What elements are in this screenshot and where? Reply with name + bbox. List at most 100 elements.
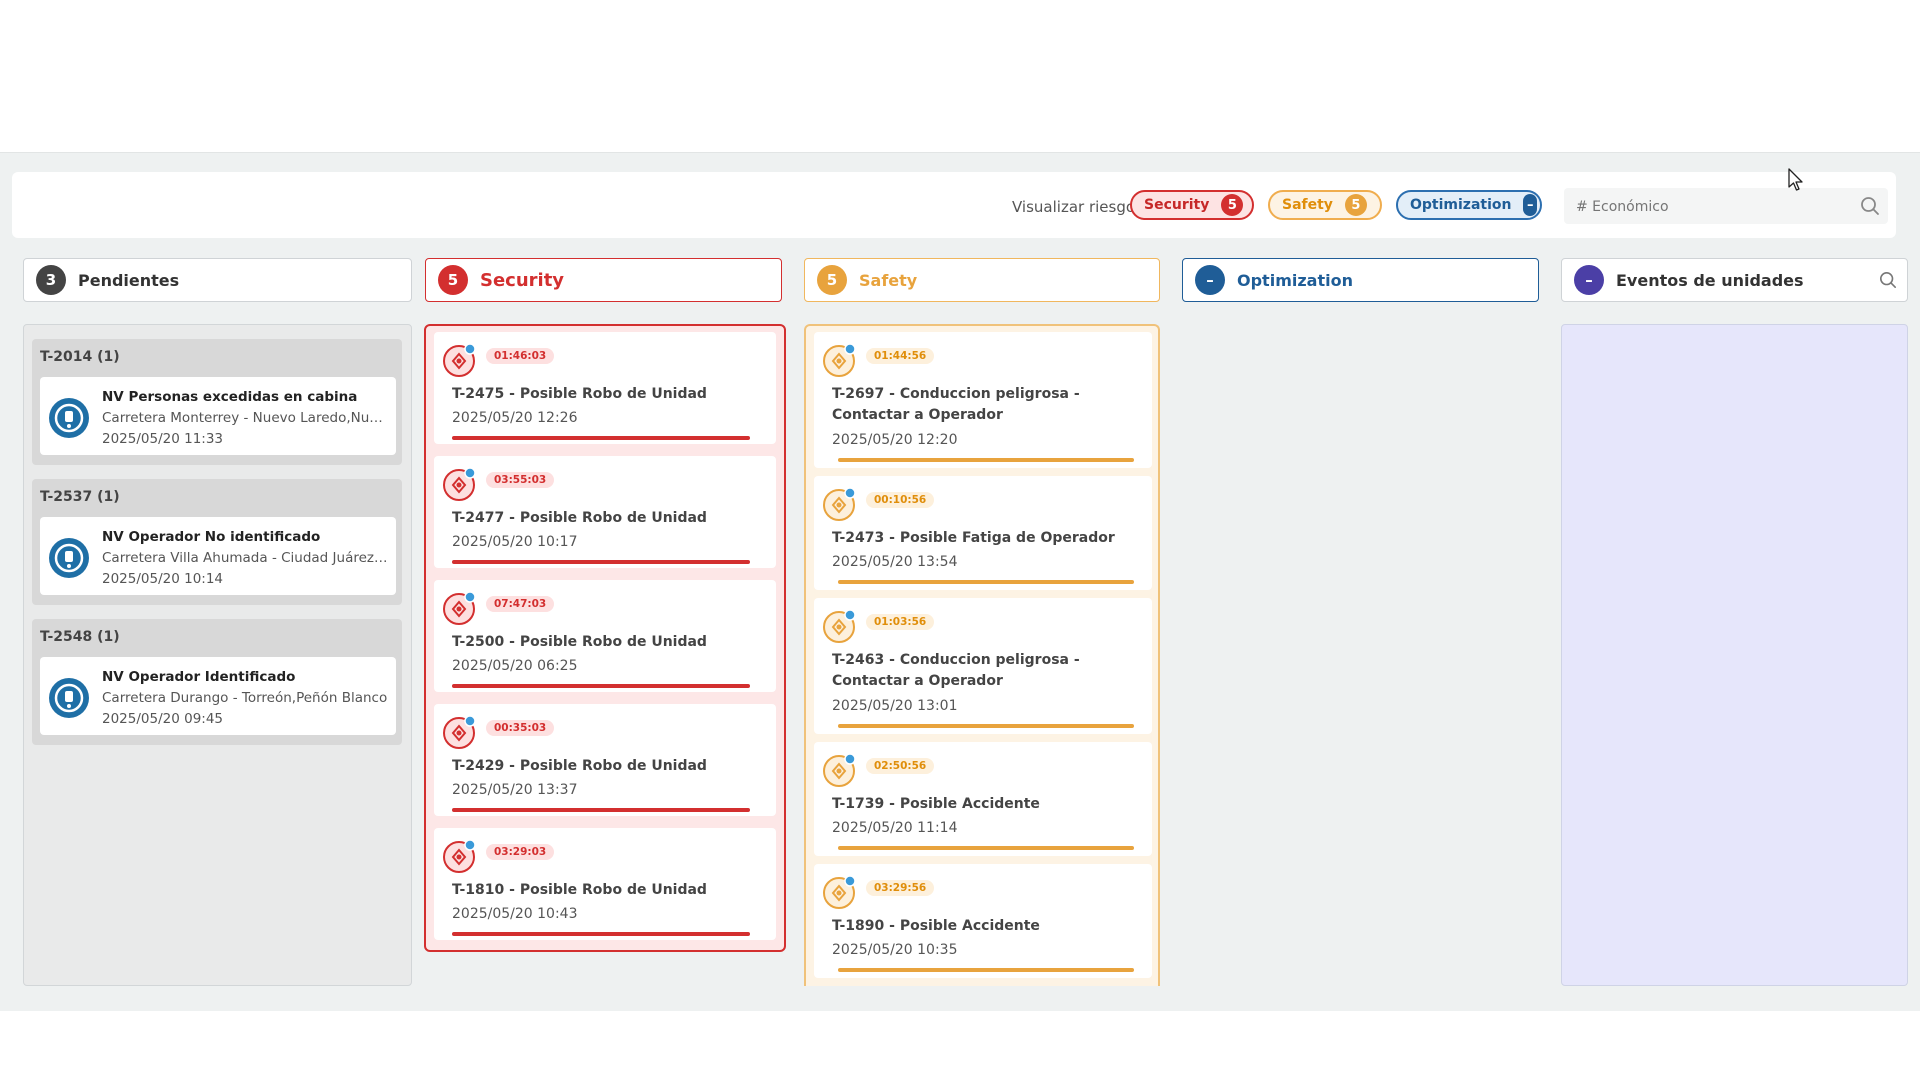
risk-filter-bar: Visualizar riesgo : Security 5 Safety 5 … — [12, 172, 1896, 238]
safety-alert-bar — [838, 580, 1134, 584]
security-alert-date: 2025/05/20 12:26 — [452, 410, 578, 426]
video-event-icon — [48, 677, 90, 723]
security-alert-bar — [452, 684, 750, 688]
eventos-column-title: Eventos de unidades — [1616, 270, 1804, 290]
safety-alert-date: 2025/05/20 10:35 — [832, 942, 958, 958]
pendientes-column-header: 3 Pendientes — [23, 258, 412, 302]
safety-column-title: Safety — [859, 270, 918, 290]
security-alert-icon — [442, 714, 478, 754]
safety-alert-title: T-2697 - Conduccion peligrosa - Contacta… — [832, 386, 1080, 423]
safety-alert-title: T-2473 - Posible Fatiga de Operador — [832, 530, 1115, 546]
safety-alert-date: 2025/05/20 13:54 — [832, 554, 958, 570]
security-alert-icon — [442, 342, 478, 382]
economico-search-input[interactable] — [1574, 196, 1848, 218]
safety-column: 01:44:56 T-2697 - Conduccion peligrosa -… — [804, 324, 1160, 986]
safety-alert-title: T-1890 - Posible Accidente — [832, 918, 1040, 934]
safety-filter-count: 5 — [1344, 194, 1367, 216]
pending-event-title: NV Operador No identificado — [102, 529, 321, 545]
security-alert-timer: 03:55:03 — [486, 472, 555, 488]
pending-event-location: Carretera Villa Ahumada - Ciudad Juárez,… — [102, 550, 390, 566]
safety-alert-card[interactable]: 01:44:56 T-2697 - Conduccion peligrosa -… — [814, 332, 1152, 468]
security-column: 01:46:03 T-2475 - Posible Robo de Unidad… — [424, 324, 786, 952]
pendientes-column: T-2014 (1) NV Personas excedidas en cabi… — [23, 324, 412, 986]
safety-alert-icon — [822, 608, 858, 648]
safety-alert-icon — [822, 874, 858, 914]
safety-filter-pill[interactable]: Safety 5 — [1268, 190, 1382, 220]
security-alert-title: T-2429 - Posible Robo de Unidad — [452, 758, 707, 774]
risk-filter-label: Visualizar riesgo : — [1012, 198, 1145, 216]
safety-alert-card[interactable]: 01:03:56 T-2463 - Conduccion peligrosa -… — [814, 598, 1152, 734]
security-alert-timer: 03:29:03 — [486, 844, 555, 860]
security-column-title: Security — [480, 269, 565, 291]
pending-group[interactable]: T-2548 (1) NV Operador Identificado Carr… — [32, 619, 402, 745]
pending-event-date: 2025/05/20 10:14 — [102, 571, 224, 587]
security-alert-icon — [442, 590, 478, 630]
safety-alert-timer: 01:44:56 — [866, 348, 935, 364]
pending-event-title: NV Personas excedidas en cabina — [102, 389, 358, 405]
eventos-column — [1561, 324, 1908, 986]
security-alert-title: T-2477 - Posible Robo de Unidad — [452, 510, 707, 526]
security-alert-card[interactable]: 03:55:03 T-2477 - Posible Robo de Unidad… — [434, 456, 776, 568]
security-filter-pill[interactable]: Security 5 — [1130, 190, 1254, 220]
mouse-cursor-icon — [1788, 168, 1804, 196]
pending-event-card[interactable]: NV Operador Identificado Carretera Duran… — [40, 657, 396, 735]
pending-group-title: T-2548 (1) — [40, 629, 120, 645]
safety-alert-timer: 02:50:56 — [866, 758, 935, 774]
pending-group[interactable]: T-2537 (1) NV Operador No identificado C… — [32, 479, 402, 605]
security-alert-date: 2025/05/20 10:17 — [452, 534, 578, 550]
security-count-badge: 5 — [438, 265, 468, 295]
safety-alert-title: T-1739 - Posible Accidente — [832, 796, 1040, 812]
optimization-count-badge: – — [1195, 265, 1225, 295]
security-filter-label: Security — [1144, 197, 1210, 213]
safety-alert-timer: 03:29:56 — [866, 880, 935, 896]
safety-alert-card[interactable]: 00:10:56 T-2473 - Posible Fatiga de Oper… — [814, 476, 1152, 590]
safety-alert-card[interactable]: 02:50:56 T-1739 - Posible Accidente 2025… — [814, 742, 1152, 856]
safety-alert-bar — [838, 968, 1134, 972]
eventos-count-badge: – — [1574, 265, 1604, 295]
safety-count-badge: 5 — [817, 265, 847, 295]
safety-alert-icon — [822, 752, 858, 792]
pending-group-title: T-2537 (1) — [40, 489, 120, 505]
security-alert-title: T-2500 - Posible Robo de Unidad — [452, 634, 707, 650]
eventos-search-icon[interactable] — [1879, 271, 1897, 293]
security-alert-card[interactable]: 01:46:03 T-2475 - Posible Robo de Unidad… — [434, 332, 776, 444]
security-alert-icon — [442, 838, 478, 878]
pendientes-count-badge: 3 — [36, 265, 66, 295]
security-alert-icon — [442, 466, 478, 506]
security-alert-date: 2025/05/20 06:25 — [452, 658, 578, 674]
optimization-column-header: – Optimization — [1182, 258, 1539, 302]
safety-alert-bar — [838, 724, 1134, 728]
safety-column-header: 5 Safety — [804, 258, 1160, 302]
safety-alert-title: T-2463 - Conduccion peligrosa - Contacta… — [832, 652, 1080, 689]
security-alert-bar — [452, 560, 750, 564]
security-alert-card[interactable]: 03:29:03 T-1810 - Posible Robo de Unidad… — [434, 828, 776, 940]
safety-alert-card[interactable]: 03:29:56 T-1890 - Posible Accidente 2025… — [814, 864, 1152, 978]
video-event-icon — [48, 397, 90, 443]
pending-event-date: 2025/05/20 09:45 — [102, 711, 224, 727]
safety-filter-label: Safety — [1282, 197, 1333, 213]
safety-alert-timer: 01:03:56 — [866, 614, 935, 630]
security-alert-date: 2025/05/20 10:43 — [452, 906, 578, 922]
security-alert-card[interactable]: 07:47:03 T-2500 - Posible Robo de Unidad… — [434, 580, 776, 692]
safety-alert-date: 2025/05/20 12:20 — [832, 432, 958, 448]
security-column-header: 5 Security — [425, 258, 782, 302]
safety-alert-icon — [822, 486, 858, 526]
pending-group[interactable]: T-2014 (1) NV Personas excedidas en cabi… — [32, 339, 402, 465]
optimization-filter-count: – — [1523, 194, 1537, 216]
security-alert-title: T-2475 - Posible Robo de Unidad — [452, 386, 707, 402]
optimization-filter-label: Optimization — [1410, 197, 1512, 213]
safety-alert-timer: 00:10:56 — [866, 492, 935, 508]
security-alert-card[interactable]: 00:35:03 T-2429 - Posible Robo de Unidad… — [434, 704, 776, 816]
video-event-icon — [48, 537, 90, 583]
pending-event-card[interactable]: NV Personas excedidas en cabina Carreter… — [40, 377, 396, 455]
security-alert-timer: 07:47:03 — [486, 596, 555, 612]
security-alert-timer: 00:35:03 — [486, 720, 555, 736]
security-alert-timer: 01:46:03 — [486, 348, 555, 364]
search-icon[interactable] — [1860, 196, 1880, 220]
pending-group-title: T-2014 (1) — [40, 349, 120, 365]
pending-event-location: Carretera Durango - Torreón,Peñón Blanco — [102, 690, 388, 706]
pending-event-card[interactable]: NV Operador No identificado Carretera Vi… — [40, 517, 396, 595]
safety-alert-bar — [838, 846, 1134, 850]
optimization-filter-pill[interactable]: Optimization – — [1396, 190, 1542, 220]
security-alert-bar — [452, 808, 750, 812]
